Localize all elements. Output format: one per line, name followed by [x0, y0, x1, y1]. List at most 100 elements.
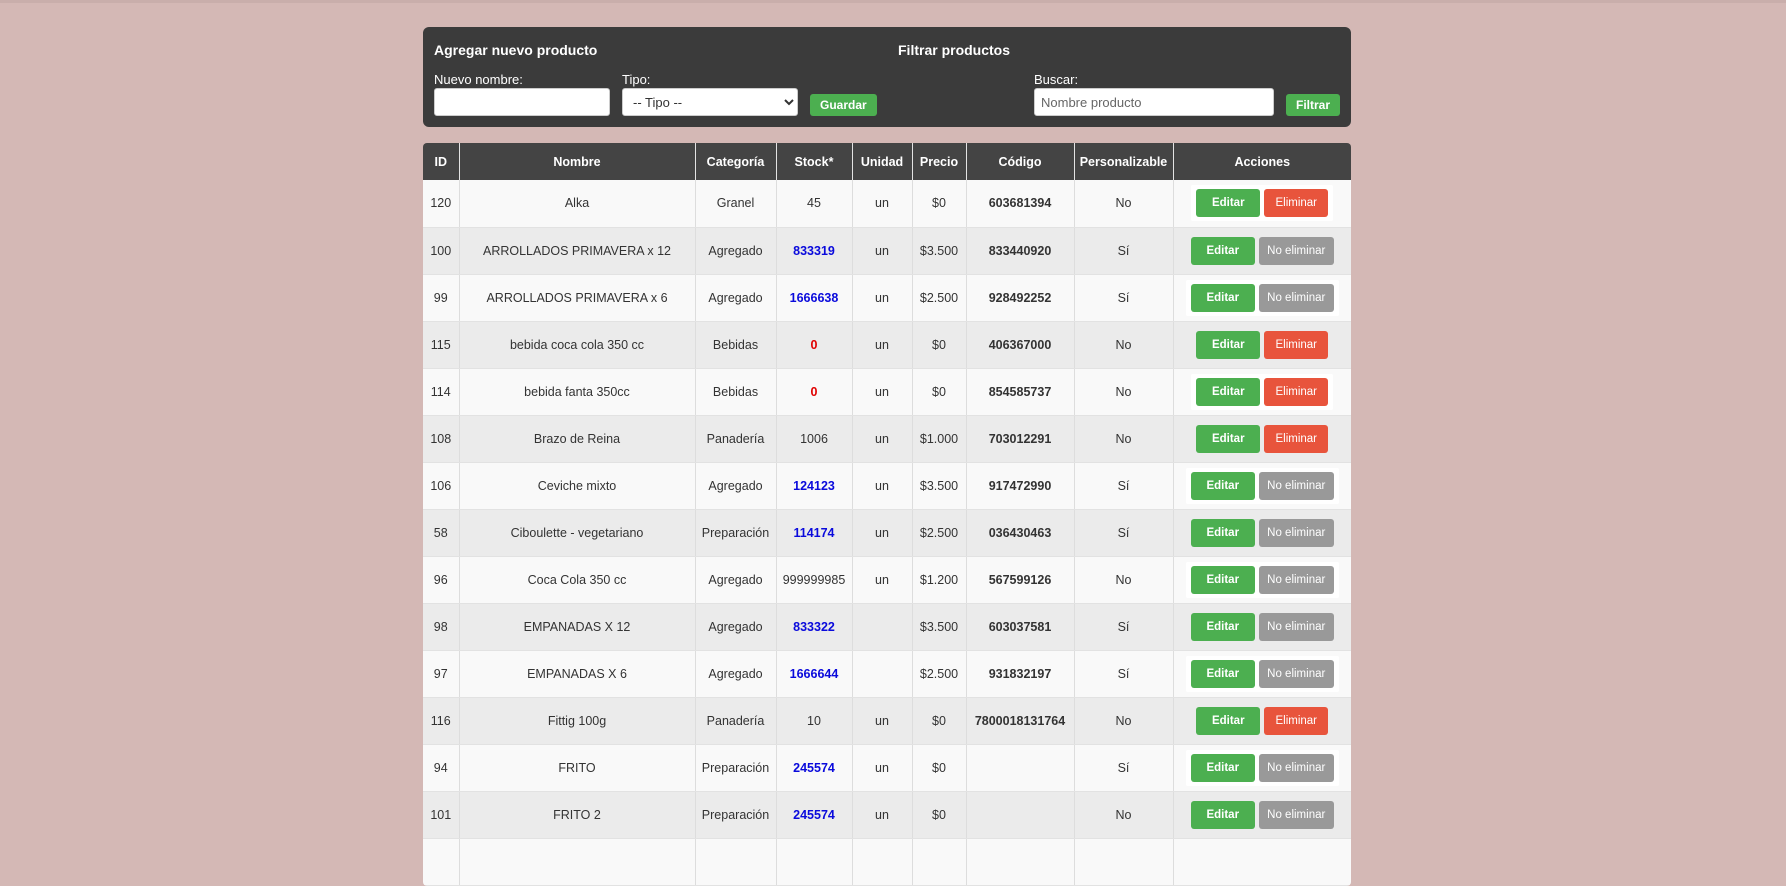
delete-button[interactable]: Eliminar — [1264, 189, 1329, 218]
edit-button[interactable]: Editar — [1190, 800, 1255, 829]
cell-price: $2.500 — [912, 274, 967, 322]
cell-category-text: Agregado — [708, 290, 763, 305]
edit-button[interactable]: Editar — [1190, 236, 1255, 265]
cell-name: ARROLLADOS PRIMAVERA x 12 — [459, 227, 696, 275]
cell-name: bebida fanta 350cc — [459, 368, 696, 416]
header-code[interactable]: Código — [966, 143, 1075, 180]
cell-customizable: Sí — [1074, 227, 1174, 275]
cell-price: $3.500 — [912, 462, 967, 510]
no-delete-button[interactable]: No eliminar — [1258, 236, 1334, 265]
cell-stock-text: 1666644 — [789, 666, 839, 681]
edit-button[interactable]: Editar — [1190, 518, 1255, 547]
type-select[interactable]: -- Tipo -- — [622, 88, 798, 116]
cell-code-text: 603037581 — [988, 619, 1052, 634]
edit-button[interactable]: Editar — [1196, 424, 1261, 453]
cell-price-text: $2.500 — [919, 666, 959, 681]
no-delete-button[interactable]: No eliminar — [1258, 659, 1334, 688]
cell-unit — [852, 838, 913, 886]
cell-actions: Editar No eliminar — [1173, 556, 1351, 604]
cell-unit: un — [852, 744, 913, 792]
main-container: Agregar nuevo producto Nuevo nombre: Tip… — [423, 27, 1351, 886]
header-stock[interactable]: Stock* — [776, 143, 853, 180]
no-delete-button[interactable]: No eliminar — [1258, 800, 1334, 829]
cell-price-text: $3.500 — [919, 619, 959, 634]
no-delete-button[interactable]: No eliminar — [1258, 471, 1334, 500]
search-label: Buscar: — [1034, 72, 1079, 87]
edit-button[interactable]: Editar — [1196, 189, 1261, 218]
table-row: 116 Fittig 100g Panadería 10 un $0 78000181317… — [423, 697, 1351, 745]
actions-group: Editar No eliminar — [1185, 796, 1339, 833]
header-price[interactable]: Precio — [912, 143, 967, 180]
edit-button[interactable]: Editar — [1196, 377, 1261, 406]
delete-button[interactable]: Eliminar — [1264, 706, 1329, 735]
header-unit[interactable]: Unidad — [852, 143, 913, 180]
cell-customizable: No — [1074, 321, 1174, 369]
cell-stock: 245574 — [776, 791, 853, 839]
cell-actions: Editar Eliminar — [1173, 697, 1351, 745]
no-delete-button[interactable]: No eliminar — [1258, 283, 1334, 312]
cell-code: 703012291 — [966, 415, 1075, 463]
edit-button[interactable]: Editar — [1190, 283, 1255, 312]
cell-stock: 114174 — [776, 509, 853, 557]
no-delete-button[interactable]: No eliminar — [1258, 753, 1334, 782]
filter-button[interactable]: Filtrar — [1286, 94, 1341, 116]
header-name[interactable]: Nombre — [459, 143, 696, 180]
cell-category-text: Agregado — [708, 666, 763, 681]
cell-unit-text: un — [875, 337, 889, 352]
delete-button[interactable]: Eliminar — [1264, 330, 1329, 359]
cell-code-text: 567599126 — [988, 572, 1052, 587]
no-delete-button[interactable]: No eliminar — [1258, 518, 1334, 547]
cell-customizable: Sí — [1074, 274, 1174, 322]
delete-button[interactable]: Eliminar — [1264, 377, 1329, 406]
cell-customizable-text: Sí — [1117, 243, 1130, 258]
cell-name-text: Fittig 100g — [547, 713, 607, 728]
delete-button[interactable]: Eliminar — [1264, 424, 1329, 453]
cell-category-text: Panadería — [706, 431, 765, 446]
filter-products-title: Filtrar productos — [898, 42, 1011, 58]
edit-button[interactable]: Editar — [1190, 753, 1255, 782]
no-delete-button[interactable]: No eliminar — [1258, 565, 1334, 594]
cell-category-text: Bebidas — [712, 337, 759, 352]
edit-button[interactable]: Editar — [1196, 706, 1261, 735]
cell-actions: Editar No eliminar — [1173, 462, 1351, 510]
actions-group: Editar Eliminar — [1191, 185, 1334, 222]
cell-stock: 0 — [776, 368, 853, 416]
cell-code-text: 833440920 — [988, 243, 1052, 258]
cell-customizable-text: No — [1115, 196, 1132, 211]
cell-category: Agregado — [695, 650, 777, 698]
cell-name — [459, 838, 696, 886]
cell-price: $0 — [912, 368, 967, 416]
cell-unit — [852, 603, 913, 651]
cell-stock-text: 114174 — [793, 525, 835, 540]
table-row: 120 Alka Granel 45 un $0 603681394 No Editar Elim… — [423, 180, 1351, 228]
search-input[interactable] — [1034, 88, 1274, 116]
cell-name-text: bebida fanta 350cc — [524, 384, 630, 399]
edit-button[interactable]: Editar — [1190, 612, 1255, 641]
edit-button[interactable]: Editar — [1190, 471, 1255, 500]
actions-group: Editar Eliminar — [1191, 373, 1334, 410]
cell-code-text: 931832197 — [988, 666, 1052, 681]
header-customizable[interactable]: Personalizable — [1074, 143, 1174, 180]
cell-price: $0 — [912, 791, 967, 839]
cell-id-text: 106 — [430, 478, 452, 493]
header-actions: Acciones — [1173, 143, 1351, 180]
cell-customizable — [1074, 838, 1174, 886]
cell-category-text: Agregado — [708, 478, 763, 493]
cell-name-text: FRITO — [558, 760, 596, 775]
edit-button[interactable]: Editar — [1190, 659, 1255, 688]
no-delete-button[interactable]: No eliminar — [1258, 612, 1334, 641]
cell-category: Preparación — [695, 509, 777, 557]
save-button[interactable]: Guardar — [810, 94, 877, 116]
edit-button[interactable]: Editar — [1196, 330, 1261, 359]
cell-stock-text: 0 — [810, 337, 818, 352]
cell-price — [912, 838, 967, 886]
cell-stock: 10 — [776, 697, 853, 745]
header-category[interactable]: Categoría — [695, 143, 777, 180]
cell-unit: un — [852, 791, 913, 839]
cell-name-text: ARROLLADOS PRIMAVERA x 12 — [482, 243, 672, 258]
edit-button[interactable]: Editar — [1190, 565, 1255, 594]
new-name-input[interactable] — [434, 88, 610, 116]
header-id[interactable]: ID — [423, 143, 460, 180]
cell-unit-text: un — [875, 807, 889, 822]
cell-name: ARROLLADOS PRIMAVERA x 6 — [459, 274, 696, 322]
